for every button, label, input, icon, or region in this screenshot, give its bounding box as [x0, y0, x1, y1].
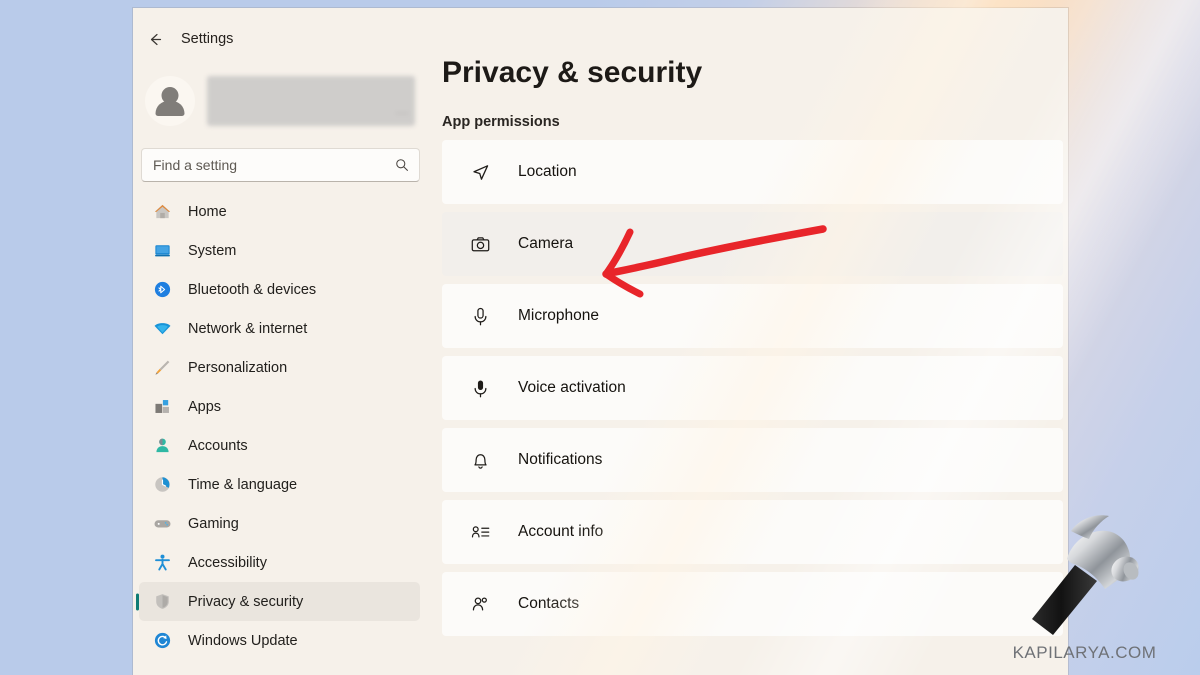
gamepad-icon: [153, 514, 172, 533]
account-row[interactable]: ...: [145, 70, 432, 132]
sidebar-item-accessibility[interactable]: Accessibility: [139, 543, 420, 582]
sidebar-item-label: Personalization: [188, 359, 288, 376]
search-input[interactable]: [142, 149, 419, 181]
settings-window: Settings ... Find a setting Home System …: [133, 8, 1068, 675]
bluetooth-icon: [153, 280, 172, 299]
sidebar-item-label: Home: [188, 203, 227, 220]
permission-row-microphone[interactable]: Microphone: [442, 284, 1063, 348]
back-button[interactable]: [141, 26, 169, 52]
permission-label: Voice activation: [518, 379, 626, 396]
permission-label: Microphone: [518, 307, 599, 324]
sidebar-item-label: System: [188, 242, 237, 259]
sidebar-item-label: Apps: [188, 398, 222, 415]
permission-row-contacts[interactable]: Contacts: [442, 572, 1063, 636]
permission-label: Contacts: [518, 595, 580, 612]
permission-label: Notifications: [518, 451, 603, 468]
permission-row-location[interactable]: Location: [442, 140, 1063, 204]
sidebar-item-label: Accounts: [188, 437, 248, 454]
sidebar-item-home[interactable]: Home: [139, 192, 420, 231]
sidebar-item-accounts[interactable]: Accounts: [139, 426, 420, 465]
page-title: Privacy & security: [442, 56, 703, 89]
account-ellipsis: ...: [395, 103, 409, 117]
wifi-icon: [153, 319, 172, 338]
sidebar-item-system[interactable]: System: [139, 231, 420, 270]
sidebar-item-label: Time & language: [188, 476, 298, 493]
permission-label: Camera: [518, 235, 574, 252]
account-info-icon: [469, 521, 491, 543]
title-bar: Settings: [133, 22, 432, 56]
microphone-icon: [469, 305, 491, 327]
sidebar-nav: Home System Bluetooth & devices Network …: [133, 192, 432, 660]
shield-icon: [153, 592, 172, 611]
back-arrow-icon: [150, 33, 161, 45]
selection-indicator: [136, 593, 139, 610]
desktop-wallpaper: Settings ... Find a setting Home System …: [0, 0, 1200, 675]
permission-label: Account info: [518, 523, 604, 540]
app-title: Settings: [181, 31, 234, 47]
sidebar-item-bluetooth-devices[interactable]: Bluetooth & devices: [139, 270, 420, 309]
permission-label: Location: [518, 163, 577, 180]
voice-mic-icon: [469, 377, 491, 399]
apps-icon: [153, 397, 172, 416]
permission-row-account-info[interactable]: Account info: [442, 500, 1063, 564]
camera-icon: [469, 233, 491, 255]
sidebar-item-label: Bluetooth & devices: [188, 281, 317, 298]
clock-globe-icon: [153, 475, 172, 494]
search-icon[interactable]: [395, 158, 409, 172]
sidebar-item-label: Windows Update: [188, 632, 298, 649]
sidebar-item-personalization[interactable]: Personalization: [139, 348, 420, 387]
sidebar: Settings ... Find a setting Home System …: [133, 8, 432, 675]
main-content: Privacy & security App permissions Locat…: [432, 8, 1068, 675]
sidebar-item-time-language[interactable]: Time & language: [139, 465, 420, 504]
permission-row-camera[interactable]: Camera: [442, 212, 1063, 276]
search-box[interactable]: [141, 148, 420, 182]
sidebar-item-apps[interactable]: Apps: [139, 387, 420, 426]
sidebar-item-label: Privacy & security: [188, 593, 304, 610]
accessibility-icon: [153, 553, 172, 572]
avatar-body: [155, 101, 185, 116]
permission-row-notifications[interactable]: Notifications: [442, 428, 1063, 492]
permission-row-voice-activation[interactable]: Voice activation: [442, 356, 1063, 420]
sidebar-item-label: Network & internet: [188, 320, 308, 337]
contacts-icon: [469, 593, 491, 615]
sidebar-item-label: Gaming: [188, 515, 239, 532]
sidebar-item-gaming[interactable]: Gaming: [139, 504, 420, 543]
sidebar-item-windows-update[interactable]: Windows Update: [139, 621, 420, 660]
brush-icon: [153, 358, 172, 377]
bell-icon: [469, 449, 491, 471]
sidebar-item-label: Accessibility: [188, 554, 267, 571]
section-title: App permissions: [442, 114, 560, 130]
account-icon: [153, 436, 172, 455]
account-name-redacted: ...: [207, 76, 415, 126]
sidebar-item-privacy-security[interactable]: Privacy & security: [136, 582, 420, 621]
sidebar-item-network-internet[interactable]: Network & internet: [139, 309, 420, 348]
system-icon: [153, 241, 172, 260]
update-icon: [153, 631, 172, 650]
location-arrow-icon: [469, 161, 491, 183]
permission-list: Location Camera Microphone Voice activat…: [442, 140, 1063, 636]
home-icon: [153, 202, 172, 221]
avatar: [145, 76, 195, 126]
